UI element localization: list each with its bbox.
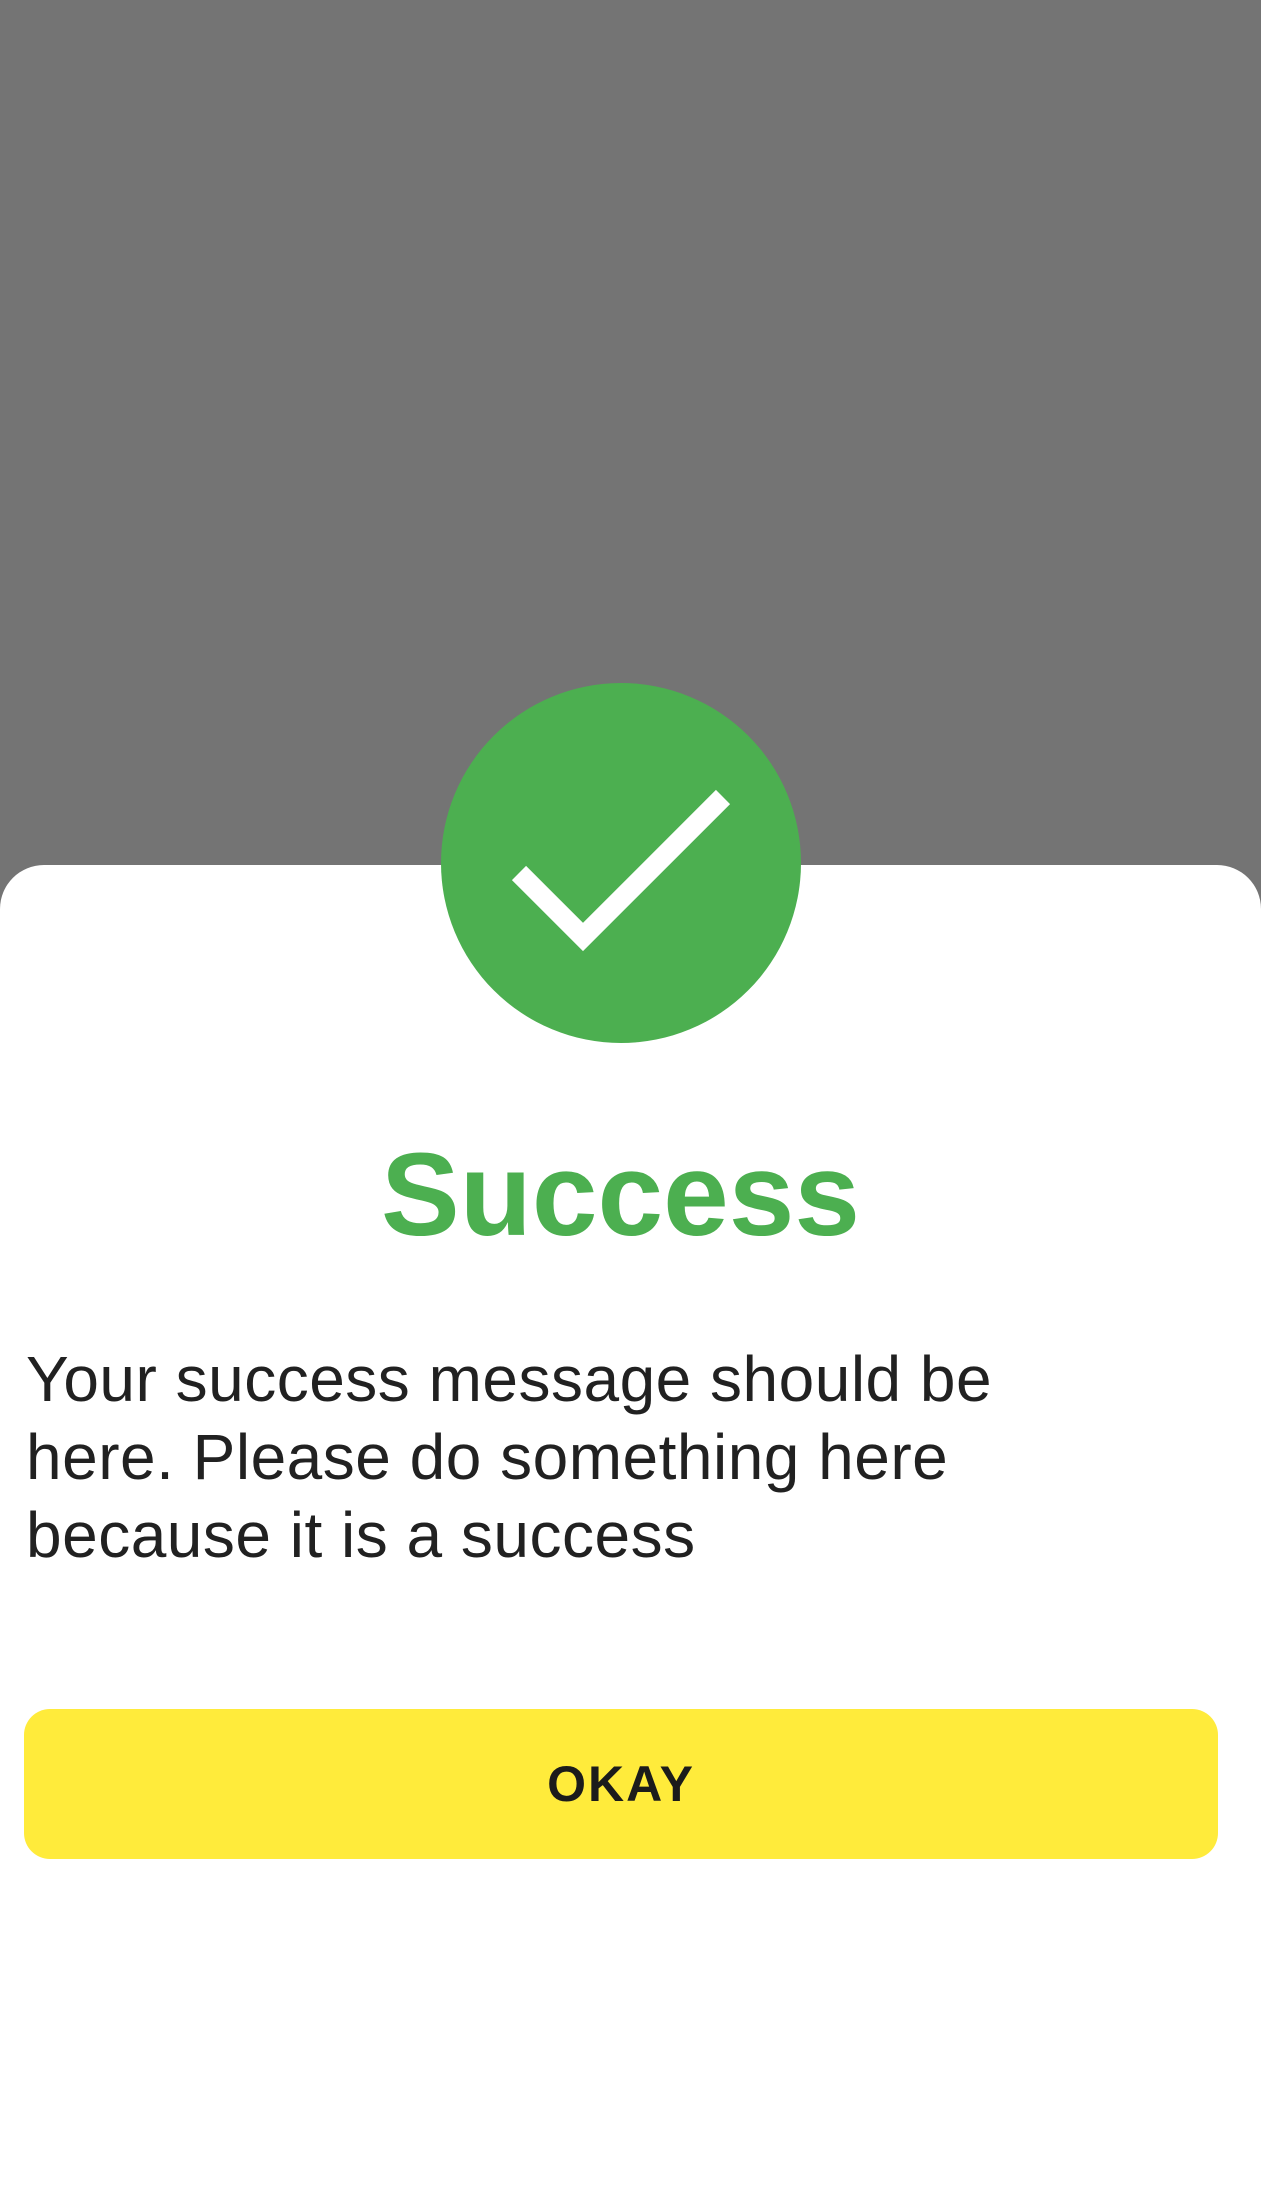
checkmark-icon	[511, 789, 731, 952]
dialog-message: Your success message should be here. Ple…	[26, 1343, 993, 1571]
screen: Success Your success message should be h…	[0, 0, 1261, 2192]
dialog-title: Success	[381, 1129, 860, 1261]
okay-button[interactable]: OKAY	[24, 1709, 1218, 1859]
success-badge	[441, 683, 801, 1043]
